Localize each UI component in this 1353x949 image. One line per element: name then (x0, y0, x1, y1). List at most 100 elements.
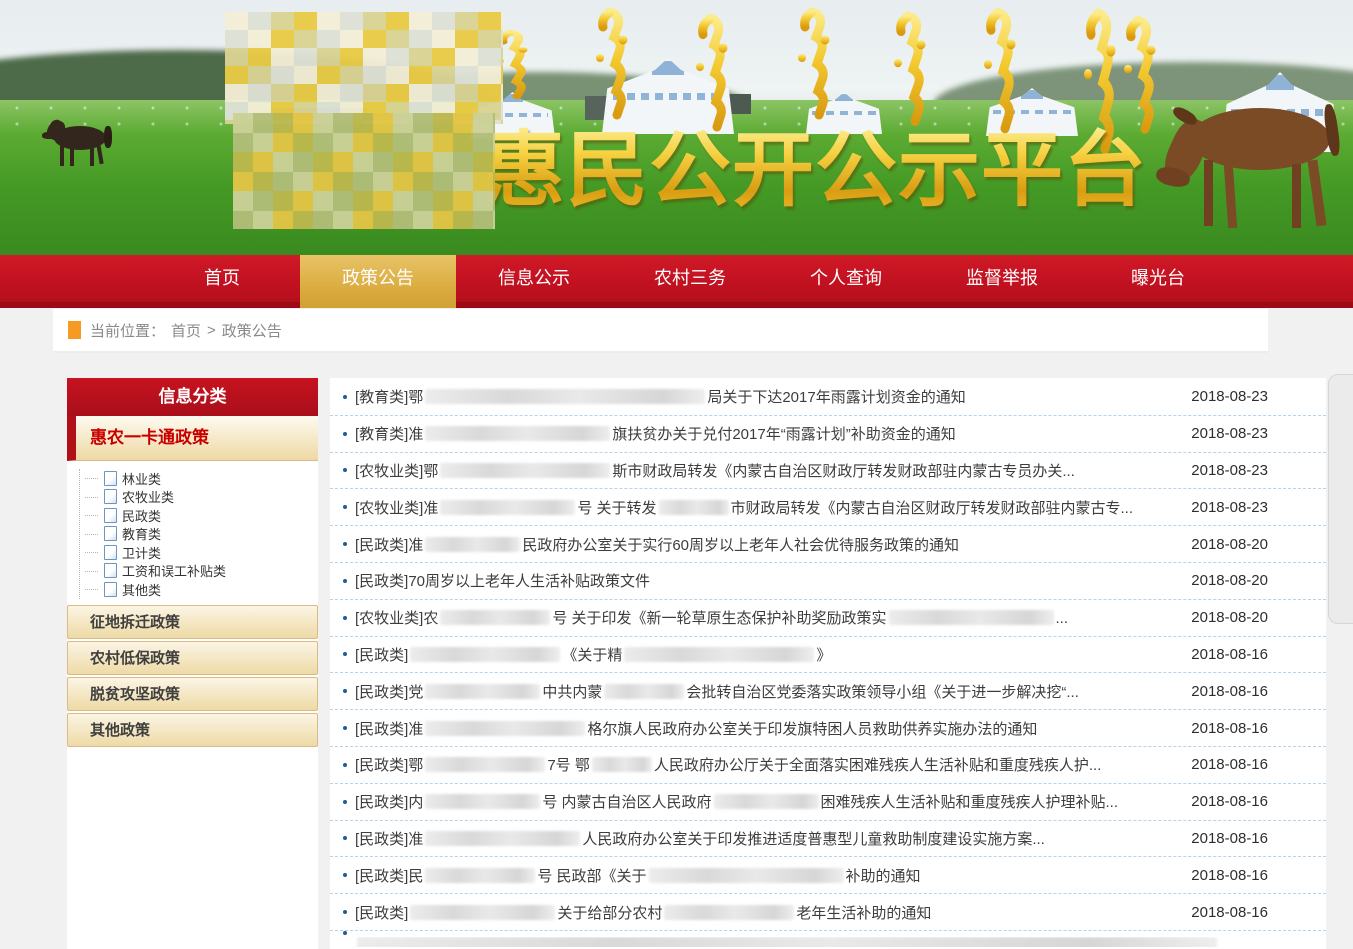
sidebar-tree-label: 工资和误工补贴类 (122, 561, 226, 580)
announcement-title-text: 旗扶贫办关于兑付2017年“雨露计划”补助资金的通知 (612, 426, 955, 443)
list-item[interactable]: [民政类]70周岁以上老年人生活补贴政策文件 2018-08-20 (330, 563, 1326, 600)
nav-item[interactable]: 监督举报 (924, 255, 1080, 302)
nav-item[interactable]: 首页 (144, 255, 300, 302)
announcement-date: 2018-08-20 (1177, 572, 1268, 589)
sidebar-tree-item[interactable]: 其他类 (86, 580, 318, 599)
sidebar-tree-item[interactable]: 民政类 (86, 506, 318, 525)
main-nav: 首页政策公告信息公示农村三务个人查询监督举报曝光台 (0, 255, 1353, 308)
sidebar: 信息分类 惠农一卡通政策 林业类农牧业类民政类教育类卫计类工资和误工补贴类其他类… (67, 378, 318, 949)
list-item[interactable]: [民政类]准格尔旗人民政府办公室关于印发旗特困人员救助供养实施办法的通知2018… (330, 710, 1326, 747)
sidebar-section[interactable]: 脱贫攻坚政策 (67, 677, 318, 711)
announcement-title[interactable]: [民政类]准民政府办公室关于实行60周岁以上老年人社会优待服务政策的通知 (355, 534, 959, 555)
announcement-date: 2018-08-16 (1177, 646, 1268, 663)
sidebar-tree-item[interactable]: 教育类 (86, 525, 318, 544)
announcement-title-text: [农牧业类]农 (355, 610, 438, 627)
redacted-text (425, 757, 545, 772)
announcement-title-text: [民政类]鄂 (355, 757, 423, 774)
breadcrumb-home-link[interactable]: 首页 (171, 320, 201, 341)
announcement-title[interactable]: [教育类]准 旗扶贫办关于兑付2017年“雨露计划”补助资金的通知 (355, 423, 956, 444)
announcement-title-text: [农牧业类]准 (355, 500, 438, 517)
announcement-title[interactable]: [教育类]鄂局关于下达2017年雨露计划资金的通知 (355, 386, 966, 407)
announcement-title-text: [民政类]民 (355, 868, 423, 885)
list-item[interactable] (330, 931, 1326, 947)
announcement-title[interactable] (355, 937, 1219, 947)
announcement-title-text: [教育类]准 (355, 426, 423, 443)
announcement-title-text: 中共内蒙 (542, 684, 602, 701)
bullet-icon (343, 395, 347, 399)
bullet-icon (343, 726, 347, 730)
redacted-text (714, 794, 819, 809)
nav-item[interactable]: 政策公告 (300, 255, 456, 308)
announcement-title[interactable]: [民政类]党中共内蒙会批转自治区党委落实政策领导小组《关于进一步解决挖“... (355, 681, 1079, 702)
list-item[interactable]: [民政类]党中共内蒙会批转自治区党委落实政策领导小组《关于进一步解决挖“...2… (330, 673, 1326, 710)
sidebar-tree-label: 卫计类 (122, 543, 161, 562)
nav-item[interactable]: 曝光台 (1080, 255, 1236, 302)
announcement-title[interactable]: [民政类]70周岁以上老年人生活补贴政策文件 (355, 570, 650, 591)
nav-item[interactable]: 信息公示 (456, 255, 612, 302)
redacted-text (664, 905, 794, 920)
redacted-text (624, 647, 814, 662)
announcement-date: 2018-08-23 (1177, 425, 1268, 442)
announcement-title-text: 人民政府办公厅关于全面落实困难残疾人生活补贴和重度残疾人护... (654, 757, 1102, 774)
breadcrumb-separator: > (207, 322, 216, 339)
list-item[interactable]: [教育类]鄂局关于下达2017年雨露计划资金的通知2018-08-23 (330, 379, 1326, 416)
announcement-title[interactable]: [民政类]民号 民政部《关于补助的通知 (355, 865, 921, 886)
announcement-title-text: [农牧业类]鄂 (355, 463, 438, 480)
redacted-text (425, 426, 610, 441)
bullet-icon (343, 652, 347, 656)
list-item[interactable]: [民政类]内号 内蒙古自治区人民政府困难残疾人生活补贴和重度残疾人护理补贴...… (330, 784, 1326, 821)
redacted-text (592, 757, 652, 772)
list-item[interactable]: [民政类]鄂7号 鄂人民政府办公厅关于全面落实困难残疾人生活补贴和重度残疾人护.… (330, 747, 1326, 784)
document-icon (104, 489, 117, 504)
redacted-text (425, 868, 535, 883)
announcement-title[interactable]: [民政类]内号 内蒙古自治区人民政府困难残疾人生活补贴和重度残疾人护理补贴... (355, 791, 1118, 812)
announcement-title[interactable]: [民政类]关于给部分农村老年生活补助的通知 (355, 902, 931, 923)
nav-item[interactable]: 农村三务 (612, 255, 768, 302)
list-item[interactable]: [教育类]准 旗扶贫办关于兑付2017年“雨露计划”补助资金的通知 2018-08-… (330, 416, 1326, 453)
announcement-title[interactable]: [农牧业类]鄂斯市财政局转发《内蒙古自治区财政厅转发财政部驻内蒙古专员办关... (355, 460, 1075, 481)
list-item[interactable]: [农牧业类]农号 关于印发《新一轮草原生态保护补助奖励政策实...2018-08… (330, 600, 1326, 637)
list-item[interactable]: [民政类]关于给部分农村老年生活补助的通知 2018-08-16 (330, 894, 1326, 931)
announcement-date: 2018-08-16 (1177, 904, 1268, 921)
sidebar-tree-item[interactable]: 林业类 (86, 469, 318, 488)
announcement-title-text: 人民政府办公室关于印发推进适度普惠型儿童救助制度建设实施方案... (582, 831, 1045, 848)
redacted-text (440, 500, 575, 515)
announcement-title-text: 老年生活补助的通知 (796, 905, 931, 922)
sidebar-section[interactable]: 农村低保政策 (67, 641, 318, 675)
list-item[interactable]: [民政类]准民政府办公室关于实行60周岁以上老年人社会优待服务政策的通知2018… (330, 526, 1326, 563)
redacted-text (410, 647, 560, 662)
list-item[interactable]: [民政类]民号 民政部《关于补助的通知2018-08-16 (330, 857, 1326, 894)
announcement-title[interactable]: [农牧业类]准号 关于转发市财政局转发《内蒙古自治区财政厅转发财政部驻内蒙古专.… (355, 497, 1133, 518)
sidebar-tree-item[interactable]: 农牧业类 (86, 488, 318, 507)
sidebar-tree-item[interactable]: 卫计类 (86, 543, 318, 562)
nav-item[interactable]: 个人查询 (768, 255, 924, 302)
announcement-title[interactable]: [民政类]准格尔旗人民政府办公室关于印发旗特困人员救助供养实施办法的通知 (355, 718, 1037, 739)
announcement-title-text: 会批转自治区党委落实政策领导小组《关于进一步解决挖“... (686, 684, 1079, 701)
sidebar-section[interactable]: 征地拆迁政策 (67, 605, 318, 639)
announcement-title-text: 市财政局转发《内蒙古自治区财政厅转发财政部驻内蒙古专... (731, 500, 1134, 517)
bullet-icon (343, 910, 347, 914)
edge-widget[interactable] (1328, 374, 1353, 624)
announcement-title-text: 号 关于印发《新一轮草原生态保护补助奖励政策实 (552, 610, 886, 627)
announcement-title[interactable]: [农牧业类]农号 关于印发《新一轮草原生态保护补助奖励政策实... (355, 607, 1068, 628)
announcement-title-text: 》 (816, 647, 831, 664)
document-icon (104, 545, 117, 560)
announcement-title[interactable]: [民政类]鄂7号 鄂人民政府办公厅关于全面落实困难残疾人生活补贴和重度残疾人护.… (355, 754, 1101, 775)
announcement-title-text: 民政府办公室关于实行60周岁以上老年人社会优待服务政策的通知 (522, 537, 959, 554)
redacted-text (410, 905, 555, 920)
announcement-date: 2018-08-16 (1177, 830, 1268, 847)
list-item[interactable]: [农牧业类]鄂斯市财政局转发《内蒙古自治区财政厅转发财政部驻内蒙古专员办关...… (330, 453, 1326, 490)
breadcrumb-label: 当前位置： (90, 320, 165, 341)
list-item[interactable]: [民政类]《关于精》 2018-08-16 (330, 637, 1326, 674)
sidebar-section[interactable]: 其他政策 (67, 713, 318, 747)
sidebar-tree-label: 民政类 (122, 506, 161, 525)
sidebar-tree: 林业类农牧业类民政类教育类卫计类工资和误工补贴类其他类 (79, 469, 318, 599)
sidebar-tree-item[interactable]: 工资和误工补贴类 (86, 562, 318, 581)
list-item[interactable]: [民政类]准人民政府办公室关于印发推进适度普惠型儿童救助制度建设实施方案... 2… (330, 821, 1326, 858)
bullet-icon (343, 432, 347, 436)
announcement-title[interactable]: [民政类]准人民政府办公室关于印发推进适度普惠型儿童救助制度建设实施方案... (355, 828, 1045, 849)
sidebar-item-huinong[interactable]: 惠农一卡通政策 (67, 416, 318, 461)
list-item[interactable]: [农牧业类]准号 关于转发市财政局转发《内蒙古自治区财政厅转发财政部驻内蒙古专.… (330, 489, 1326, 526)
bullet-icon (343, 800, 347, 804)
announcement-title[interactable]: [民政类]《关于精》 (355, 644, 831, 665)
